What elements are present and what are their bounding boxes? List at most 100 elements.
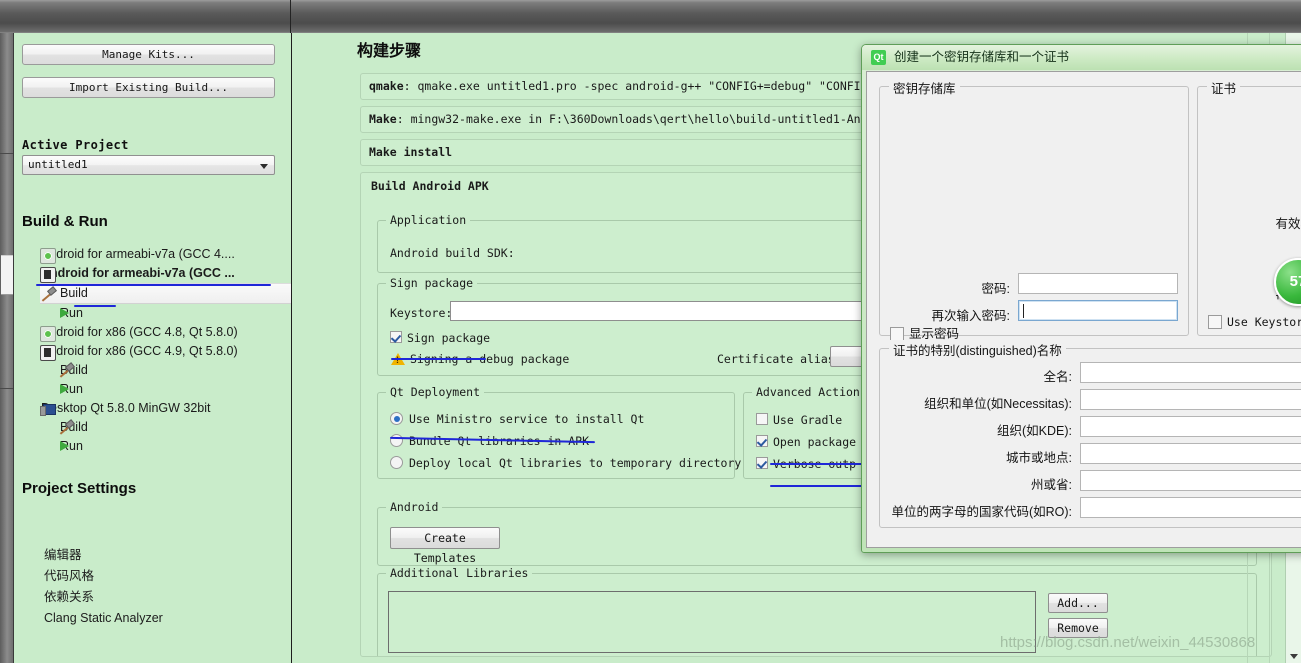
- show-password-checkbox-label: 显示密码: [909, 327, 960, 341]
- distinguished-name-group: 证书的特别(distinguished)名称 全名: 组织和单位(如Necess…: [879, 340, 1301, 528]
- additional-libraries-list[interactable]: [388, 591, 1036, 653]
- tree-item-label: Desktop Qt 5.8.0 MinGW 32bit: [41, 401, 211, 415]
- build-step-name: qmake: [369, 79, 404, 93]
- remove-library-button[interactable]: Remove: [1048, 618, 1108, 638]
- tree-item-android-x86-emulator[interactable]: Android for x86 (GCC 4.8, Qt 5.8.0): [14, 323, 291, 342]
- radio-deploy-local-qt-libraries[interactable]: Deploy local Qt libraries to temporary d…: [390, 456, 741, 470]
- organization-unit-input[interactable]: [1080, 389, 1301, 410]
- radio-deploy-local-qt-libraries-label: Deploy local Qt libraries to temporary d…: [409, 456, 742, 470]
- desktop-icon: [40, 402, 56, 416]
- run-icon: [58, 439, 72, 453]
- active-project-combo[interactable]: untitled1: [22, 155, 275, 175]
- mode-selector-strip[interactable]: [0, 33, 14, 663]
- advanced-actions-group-legend: Advanced Action: [752, 385, 864, 399]
- keystore-password-input[interactable]: [1018, 273, 1178, 294]
- tree-item-run-3[interactable]: Run: [14, 437, 291, 456]
- build-step-command: mingw32-make.exe in F:\360Downloads\qert…: [410, 112, 930, 126]
- tree-item-build-selected[interactable]: Build: [40, 283, 291, 304]
- annotation-underline-sign-package: [391, 358, 486, 360]
- create-templates-button[interactable]: Create Templates: [390, 527, 500, 565]
- checkbox-open-package[interactable]: Open package: [756, 435, 856, 449]
- keystore-group-legend: 密钥存储库: [889, 78, 960, 97]
- full-name-label: 全名:: [1043, 370, 1072, 384]
- certificate-password-label: 密: [1253, 179, 1301, 198]
- project-settings-heading: Project Settings: [22, 480, 137, 497]
- tree-item-build-3[interactable]: Build: [14, 418, 291, 437]
- tree-item-build-2[interactable]: Build: [14, 361, 291, 380]
- distinguished-name-group-legend: 证书的特别(distinguished)名称: [889, 340, 1066, 359]
- use-keystore-checkbox-label: Use Keystore: [1227, 315, 1301, 329]
- android-device-icon: [40, 345, 56, 361]
- run-icon: [58, 382, 72, 396]
- qt-creator-window: Manage Kits... Import Existing Build... …: [0, 0, 1301, 663]
- tree-item-label: Build: [60, 286, 88, 300]
- dialog-body: 密钥存储库 密码: 再次输入密码: 显示密码 证书 密 有效期 再次输 Use: [866, 71, 1301, 548]
- annotation-underline-verbose-output: [770, 485, 865, 487]
- radio-use-ministro[interactable]: Use Ministro service to install Qt: [390, 412, 644, 426]
- page-title: 构建步骤: [357, 41, 422, 60]
- build-step-command: qmake.exe untitled1.pro -spec android-g+…: [417, 79, 930, 93]
- add-library-button[interactable]: Add...: [1048, 593, 1108, 613]
- create-keystore-dialog: Qt 创建一个密钥存储库和一个证书 密钥存储库 密码: 再次输入密码: 显示密码…: [861, 44, 1301, 553]
- checkbox-use-gradle-label: Use Gradle: [773, 413, 843, 427]
- keystore-password-label: 密码:: [981, 282, 1010, 296]
- state-label: 州或省:: [1031, 478, 1072, 492]
- city-input[interactable]: [1080, 443, 1301, 464]
- additional-libraries-group-legend: Additional Libraries: [386, 566, 533, 580]
- annotation-underline-build: [74, 305, 116, 307]
- tree-item-android-x86-device[interactable]: Android for x86 (GCC 4.9, Qt 5.8.0): [14, 342, 291, 361]
- keystore-confirm-password-label: 再次输入密码:: [931, 309, 1010, 323]
- window-titlebar: [0, 0, 1301, 34]
- show-password-checkbox[interactable]: 显示密码: [890, 327, 959, 341]
- full-name-input[interactable]: [1080, 362, 1301, 383]
- android-emulator-icon: [40, 248, 56, 264]
- android-build-sdk-label: Android build SDK:: [390, 246, 515, 260]
- dialog-title-text: 创建一个密钥存储库和一个证书: [894, 50, 1070, 64]
- tree-item-label: Android for x86 (GCC 4.8, Qt 5.8.0): [41, 325, 238, 339]
- mode-strip-active-tab[interactable]: [1, 255, 13, 295]
- sign-package-checkbox[interactable]: Sign package: [390, 331, 490, 345]
- android-emulator-icon: [40, 326, 56, 342]
- hammer-icon: [58, 363, 72, 377]
- project-settings-item-editor[interactable]: 编辑器: [14, 545, 291, 566]
- tree-item-label: Android for armeabi-v7a (GCC 4....: [41, 247, 235, 261]
- project-sidebar: Manage Kits... Import Existing Build... …: [14, 33, 292, 663]
- city-label: 城市或地点:: [1006, 451, 1072, 465]
- sign-package-group-legend: Sign package: [386, 276, 478, 290]
- tree-item-label: Android for x86 (GCC 4.9, Qt 5.8.0): [41, 344, 238, 358]
- tree-item-desktop-kit[interactable]: Desktop Qt 5.8.0 MinGW 32bit: [14, 399, 291, 418]
- project-settings-item-code-style[interactable]: 代码风格: [14, 566, 291, 587]
- tree-item-android-armeabi-device[interactable]: Android for armeabi-v7a (GCC ...: [14, 264, 291, 283]
- keystore-confirm-password-input[interactable]: [1018, 300, 1178, 321]
- country-code-label: 单位的两字母的国家代码(如RO):: [891, 505, 1072, 519]
- build-run-tree: Android for armeabi-v7a (GCC 4.... Andro…: [14, 245, 291, 456]
- organization-input[interactable]: [1080, 416, 1301, 437]
- tree-item-run-1[interactable]: Run: [14, 304, 291, 323]
- mode-strip-divider: [0, 153, 13, 154]
- organization-unit-label: 组织和单位(如Necessitas):: [924, 397, 1072, 411]
- certificate-group-legend: 证书: [1207, 78, 1241, 97]
- hammer-icon: [40, 287, 54, 301]
- project-settings-list: 编辑器 代码风格 依赖关系 Clang Static Analyzer: [14, 545, 291, 629]
- checkbox-open-package-label: Open package: [773, 435, 857, 449]
- state-input[interactable]: [1080, 470, 1301, 491]
- import-existing-build-button[interactable]: Import Existing Build...: [22, 77, 275, 98]
- chevron-down-icon: [260, 164, 268, 169]
- annotation-underline-open-package: [770, 463, 865, 465]
- country-code-input[interactable]: [1080, 497, 1301, 518]
- keystore-label: Keystore:: [390, 306, 453, 320]
- use-keystore-checkbox[interactable]: Use Keystore: [1208, 315, 1301, 329]
- manage-kits-button[interactable]: Manage Kits...: [22, 44, 275, 65]
- hammer-icon: [58, 420, 72, 434]
- project-settings-item-dependencies[interactable]: 依赖关系: [14, 587, 291, 608]
- certificate-validity-label: 有效期: [1275, 217, 1301, 231]
- project-settings-item-clang-static-analyzer[interactable]: Clang Static Analyzer: [14, 608, 291, 629]
- tree-item-android-armeabi-emulator[interactable]: Android for armeabi-v7a (GCC 4....: [14, 245, 291, 264]
- build-step-name: Make: [369, 112, 397, 126]
- dialog-titlebar: Qt 创建一个密钥存储库和一个证书: [862, 45, 1301, 70]
- tree-item-run-2[interactable]: Run: [14, 380, 291, 399]
- scroll-down-arrow-icon[interactable]: [1290, 654, 1298, 659]
- checkbox-use-gradle[interactable]: Use Gradle: [756, 413, 842, 427]
- keystore-group: 密钥存储库 密码: 再次输入密码: 显示密码: [879, 78, 1189, 341]
- qt-deployment-group-legend: Qt Deployment: [386, 385, 485, 399]
